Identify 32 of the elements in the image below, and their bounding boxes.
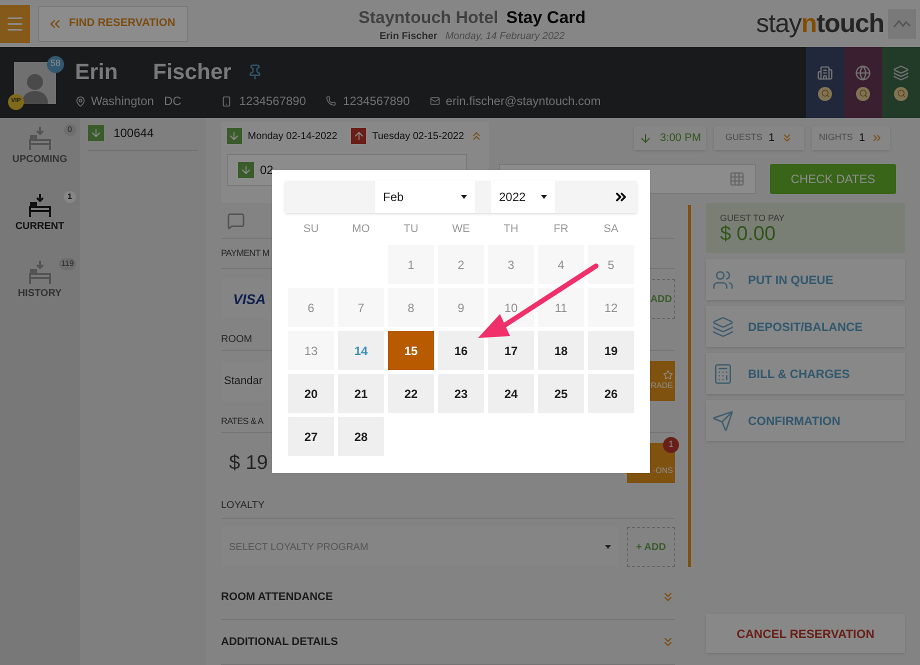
weekday-label: SA	[602, 222, 620, 237]
count-badge: 1	[64, 191, 76, 203]
balance-label: GUEST TO PAY	[720, 213, 786, 223]
last-name: Fischer	[153, 58, 232, 86]
field-label: ROOM	[221, 333, 252, 347]
city: Washington	[91, 93, 154, 110]
mobile-number: 1234567890	[239, 93, 306, 110]
weekday-label: WE	[451, 222, 471, 237]
weekday-label: TU	[402, 222, 420, 237]
departure-date: Tuesday 02-15-2022	[372, 130, 464, 144]
field-label: PAYMENT M	[221, 246, 270, 260]
guest-name: Erin Fischer	[380, 30, 438, 42]
weekday-label: MO	[351, 222, 371, 237]
page-title: Stay Card	[506, 7, 586, 30]
phone-number: 1234567890	[343, 93, 410, 110]
header-date: Monday, 14 February 2022	[445, 30, 565, 42]
weekday-label: TH	[502, 222, 520, 237]
count-badge: 119	[59, 258, 76, 270]
count-badge: 0	[64, 124, 76, 136]
state: DC	[164, 93, 182, 110]
field-label: RATES & A	[221, 414, 264, 428]
field-label: LOYALTY	[221, 499, 265, 513]
weekday-label: SU	[302, 222, 320, 237]
arrival-date: Monday 02-14-2022	[248, 130, 338, 144]
logo: stayntouch	[756, 7, 884, 40]
email: erin.fischer@stayntouch.com	[446, 93, 601, 110]
balance-amount: $ 0.00	[720, 223, 777, 245]
weekday-label: FR	[552, 222, 570, 237]
count-badge: 58	[47, 56, 64, 72]
first-name: Erin	[75, 58, 119, 86]
hotel-name: Stayntouch Hotel	[358, 7, 498, 30]
count-badge: 1	[663, 437, 679, 453]
